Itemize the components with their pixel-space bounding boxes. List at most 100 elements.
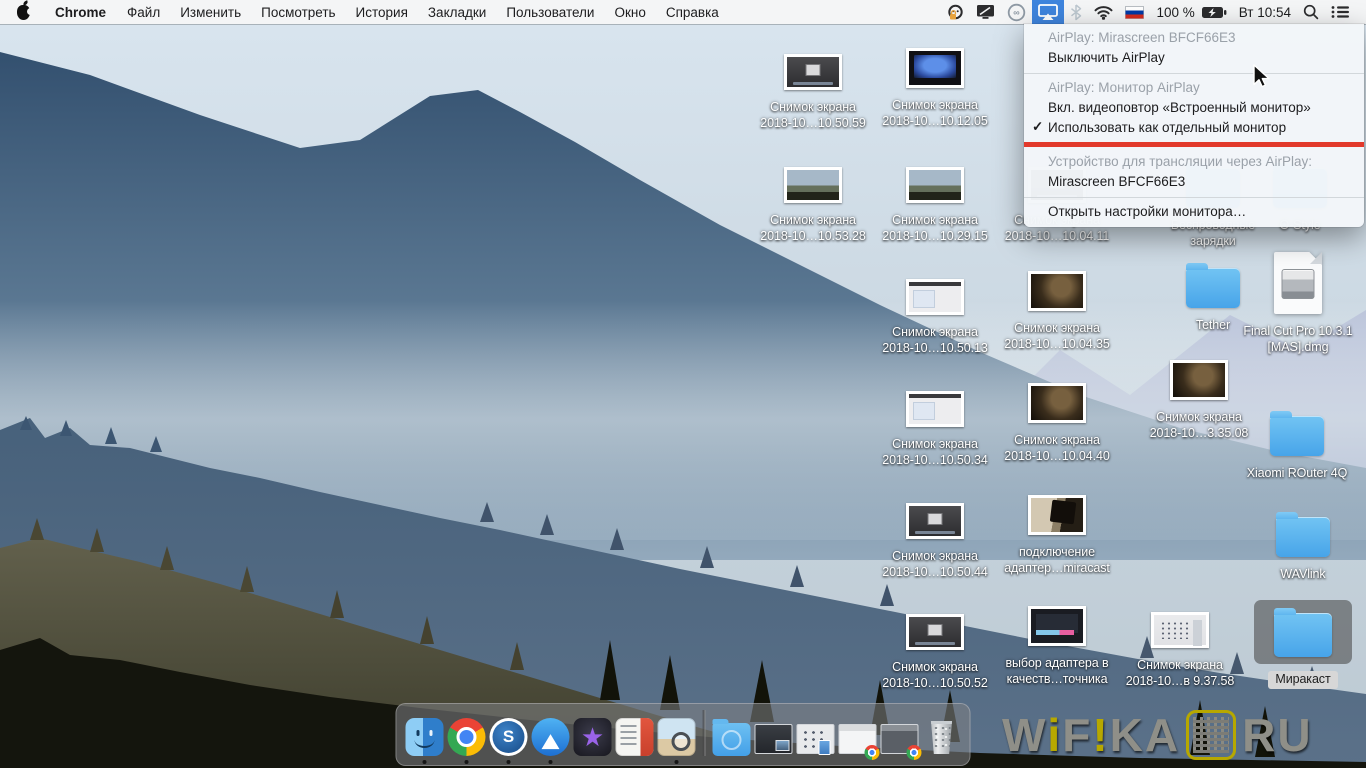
menubar: ChromeФайлИзменитьПосмотретьИсторияЗакла…: [0, 0, 1366, 24]
icon-label: Снимок экрана 2018-10…10.50.44: [873, 549, 997, 580]
desktop-file-screenshot-10-12-05[interactable]: Снимок экрана 2018-10…10.12.05: [873, 40, 997, 129]
dock-minimized-chrome-window-2[interactable]: [881, 718, 919, 756]
menubar-menu-file[interactable]: Файл: [117, 0, 170, 24]
desktop-file-screenshot-10-04-35[interactable]: Снимок экрана 2018-10…10.04.35: [995, 263, 1119, 352]
dock-app-icon: [881, 724, 919, 754]
watermark-part: [1186, 710, 1236, 760]
menu-item-use-as-separate-display[interactable]: Использовать как отдельный монитор: [1024, 118, 1364, 138]
icon-label: Tether: [1193, 318, 1233, 334]
dock-downloads-folder[interactable]: [713, 718, 751, 756]
menubar-menu-edit[interactable]: Изменить: [170, 0, 251, 24]
menu-item-mirascreen-device[interactable]: Mirascreen BFCF66E3: [1024, 172, 1364, 192]
dock-minimized-window-2[interactable]: [797, 718, 835, 756]
watermark-part: KA: [1110, 712, 1180, 758]
menubar-menu-window[interactable]: Окно: [604, 0, 655, 24]
dock-imovie[interactable]: [574, 718, 612, 756]
icon-thumbnail: [784, 167, 842, 203]
dock-maps[interactable]: [532, 718, 570, 756]
dock-app-icon: [713, 723, 751, 756]
icon-thumbnail-wrap: [906, 155, 964, 203]
dock-app-icon: [797, 724, 835, 754]
menu-item-mirror-builtin-display[interactable]: Вкл. видеоповтор «Встроенный монитор»: [1024, 98, 1364, 118]
keyboard-layout-flag-ru[interactable]: [1119, 0, 1150, 24]
desktop-folder-miracast-selected[interactable]: Миракаст: [1241, 600, 1365, 689]
desktop-folder-xiaomi-router[interactable]: Xiaomi ROuter 4Q: [1235, 400, 1359, 482]
menubar-menu-help[interactable]: Справка: [656, 0, 729, 24]
apple-menu-icon[interactable]: [17, 5, 30, 20]
desktop-file-screenshot-9-37-58[interactable]: Снимок экрана 2018-10…в 9.37.58: [1118, 600, 1242, 689]
menubar-clock[interactable]: Вт 10:54: [1233, 5, 1297, 20]
icon-label: Снимок экрана 2018-10…10.50.59: [751, 100, 875, 131]
icon-label: Xiaomi ROuter 4Q: [1244, 466, 1351, 482]
spotlight-search-icon[interactable]: [1297, 0, 1325, 24]
menu-header-airplay-device: AirPlay: Mirascreen BFCF66E3: [1024, 28, 1364, 48]
dock-s-app[interactable]: [490, 718, 528, 756]
creative-cloud-icon[interactable]: ∞: [1001, 0, 1032, 24]
menu-separator: [1024, 73, 1364, 74]
desktop-file-screenshot-10-53-28[interactable]: Снимок экрана 2018-10…10.53.28: [751, 155, 875, 244]
desktop-folder-wavlink[interactable]: WAVlink: [1241, 501, 1365, 583]
icon-label: Миракаст: [1268, 671, 1337, 689]
watermark-part: W: [1002, 712, 1047, 758]
desktop-file-screenshot-10-29-15[interactable]: Снимок экрана 2018-10…10.29.15: [873, 155, 997, 244]
desktop-file-screenshot-10-50-59[interactable]: Снимок экрана 2018-10…10.50.59: [751, 42, 875, 131]
dock-trash[interactable]: [923, 718, 961, 756]
menubar-menu-users[interactable]: Пользователи: [496, 0, 604, 24]
desktop-file-screenshot-10-50-13[interactable]: Снимок экрана 2018-10…10.50.13: [873, 267, 997, 356]
menubar-menu-view[interactable]: Посмотреть: [251, 0, 345, 24]
dock: [396, 703, 971, 766]
icon-label: Снимок экрана 2018-10…10.04.35: [995, 321, 1119, 352]
menu-entry-text: Устройство для трансляции через AirPlay:: [1048, 154, 1312, 169]
icon-thumbnail-wrap: [1170, 352, 1228, 400]
menu-item-open-display-settings[interactable]: Открыть настройки монитора…: [1024, 202, 1364, 222]
icon-label: подключение адаптер…miracast: [995, 545, 1119, 576]
checkmark-icon: [1032, 119, 1046, 136]
desktop-file-screenshot-10-50-34[interactable]: Снимок экрана 2018-10…10.50.34: [873, 379, 997, 468]
wifika-ru-watermark: WiF!KARU: [1002, 710, 1313, 760]
menubar-menu-chrome[interactable]: Chrome: [44, 0, 117, 24]
desktop-file-screenshot-10-04-40[interactable]: Снимок экрана 2018-10…10.04.40: [995, 375, 1119, 464]
menu-item-turn-off-airplay[interactable]: Выключить AirPlay: [1024, 48, 1364, 68]
icon-thumbnail: [906, 167, 964, 203]
watermark-part: i: [1047, 712, 1062, 758]
icon-label: Снимок экрана 2018-10…10.12.05: [873, 98, 997, 129]
watermark-part: !: [1092, 712, 1109, 758]
desktop-file-adapter-connection[interactable]: подключение адаптер…miracast: [995, 487, 1119, 576]
desktop-file-adapter-choice[interactable]: выбор адаптера в качеств…точника: [995, 598, 1119, 687]
icon-thumbnail-wrap: [906, 379, 964, 427]
user-alert-icon[interactable]: [941, 0, 970, 24]
notification-center-icon[interactable]: [1325, 0, 1356, 24]
icon-thumbnail: [1274, 252, 1322, 314]
menu-entry-text: AirPlay: Mirascreen BFCF66E3: [1048, 30, 1236, 45]
dock-minimized-chrome-window-1[interactable]: [839, 718, 877, 756]
icon-thumbnail: [1170, 360, 1228, 400]
dock-app-icon: [658, 718, 696, 756]
svg-text:∞: ∞: [1014, 7, 1021, 17]
dock-finder[interactable]: [406, 718, 444, 756]
displays-icon[interactable]: [970, 0, 1001, 24]
icon-thumbnail-wrap: [1270, 400, 1324, 456]
icon-thumbnail-wrap: [1028, 375, 1086, 423]
icon-label: Снимок экрана 2018-10…10.29.15: [873, 213, 997, 244]
dock-minimized-window-1[interactable]: [755, 718, 793, 756]
watermark-part: F: [1062, 712, 1092, 758]
dock-calendar[interactable]: [616, 718, 654, 756]
menubar-menu-bookmarks[interactable]: Закладки: [418, 0, 496, 24]
bluetooth-icon[interactable]: [1064, 0, 1088, 24]
airplay-dropdown-menu: AirPlay: Mirascreen BFCF66E3 Выключить A…: [1024, 24, 1364, 227]
menu-entry-text: AirPlay: Монитор AirPlay: [1048, 80, 1200, 95]
desktop-file-screenshot-10-50-44[interactable]: Снимок экрана 2018-10…10.50.44: [873, 491, 997, 580]
dock-preview[interactable]: [658, 718, 696, 756]
dock-chrome[interactable]: [448, 718, 486, 756]
wifi-icon[interactable]: [1088, 0, 1119, 24]
desktop-file-final-cut-pro-dmg[interactable]: Final Cut Pro 10.3.1 [MAS].dmg: [1236, 248, 1360, 355]
icon-label: Снимок экрана 2018-10…в 9.37.58: [1118, 658, 1242, 689]
icon-thumbnail-wrap: [906, 602, 964, 650]
desktop-file-screenshot-10-50-52[interactable]: Снимок экрана 2018-10…10.50.52: [873, 602, 997, 691]
menubar-menu-history[interactable]: История: [346, 0, 418, 24]
icon-thumbnail-wrap: [906, 491, 964, 539]
icon-thumbnail-wrap: [1028, 263, 1086, 311]
airplay-icon[interactable]: [1032, 0, 1064, 24]
running-indicator-dot: [675, 760, 679, 764]
menu-entry-text: Выключить AirPlay: [1048, 50, 1165, 65]
